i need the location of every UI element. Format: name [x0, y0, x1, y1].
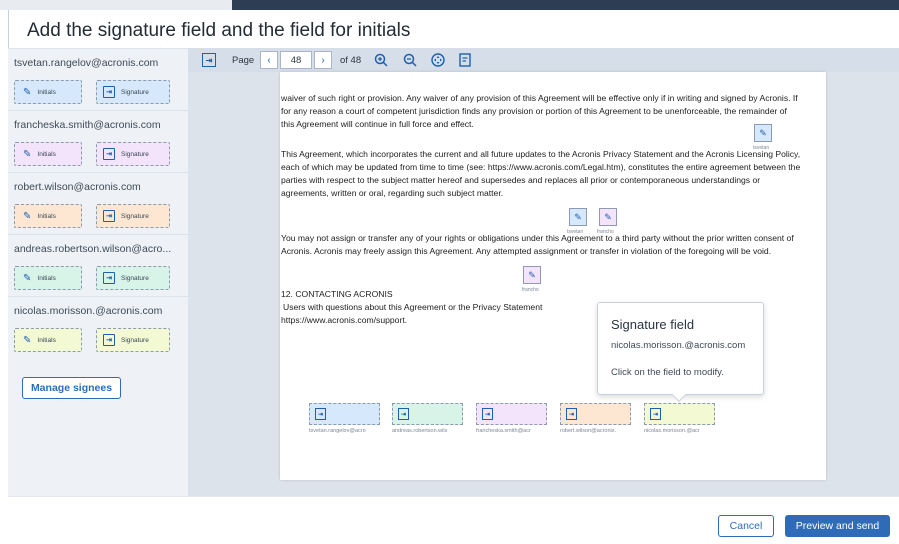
section-heading: 12. CONTACTING ACRONIS [281, 289, 393, 299]
signature-icon: ⇥ [103, 148, 115, 160]
signature-field-button[interactable]: ⇥ Signature [96, 80, 170, 104]
signature-label: Signature [121, 212, 149, 220]
move-icon[interactable] [431, 53, 445, 67]
signature-field-label: nicolas.morisson.@acr [644, 428, 700, 434]
initials-label: Initials [37, 150, 56, 158]
signature-field-label: francheska.smith@acr [476, 428, 531, 434]
cancel-button[interactable]: Cancel [718, 515, 774, 537]
signature-label: Signature [121, 274, 149, 282]
placed-field-label: tsvetan [753, 145, 770, 151]
paragraph-agreement: This Agreement, which incorporates the c… [281, 149, 801, 198]
paragraph-support-link: https://www.acronis.com/support. [281, 315, 408, 325]
signature-field-placed[interactable]: ⇥ [309, 403, 380, 425]
signee-email: robert.wilson@acronis.com [14, 181, 141, 193]
signature-field-placed[interactable]: ⇥ [392, 403, 463, 425]
signature-field-placed[interactable]: ⇥ [476, 403, 547, 425]
initials-field-button[interactable]: ✎ Initials [14, 204, 82, 228]
signature-label: Signature [121, 88, 149, 96]
signee-email: nicolas.morisson.@acronis.com [14, 305, 163, 317]
pencil-icon: ✎ [574, 211, 582, 222]
signature-icon: ⇥ [315, 408, 326, 420]
page-total: of 48 [340, 54, 362, 66]
placed-field-label: francho [522, 287, 539, 293]
signature-icon: ⇥ [398, 408, 409, 420]
dialog-title: Add the signature field and the field fo… [27, 20, 411, 41]
signature-field-label: tsvetan.rangelov@acro [309, 428, 366, 434]
placed-field-label: tsvetan [567, 229, 584, 235]
initials-label: Initials [37, 88, 56, 96]
placed-field-label: francho [597, 229, 614, 235]
initials-field-button[interactable]: ✎ Initials [14, 328, 82, 352]
viewer-toolbar: ⇥ Page ‹ 48 › of 48 [188, 48, 899, 72]
initials-label: Initials [37, 212, 56, 220]
tooltip-hint: Click on the field to modify. [611, 367, 724, 378]
signature-icon: ⇥ [650, 408, 661, 420]
signature-icon: ⇥ [103, 334, 115, 346]
signature-field-button[interactable]: ⇥ Signature [96, 266, 170, 290]
tooltip-email: nicolas.morisson.@acronis.com [611, 340, 746, 351]
pencil-icon: ✎ [23, 334, 32, 346]
signee-email: francheska.smith@acronis.com [14, 119, 161, 131]
paragraph-contact: Users with questions about this Agreemen… [283, 302, 543, 312]
signee-item: andreas.robertson.wilson@acro... ✎ Initia… [8, 235, 188, 297]
zoom-out-icon[interactable] [403, 53, 417, 67]
signee-item: francheska.smith@acronis.com ✎ Initials ⇥… [8, 111, 188, 173]
pencil-icon: ✎ [23, 210, 32, 222]
pencil-icon: ✎ [604, 211, 612, 222]
signee-email: andreas.robertson.wilson@acro... [14, 243, 172, 255]
pencil-icon: ✎ [528, 269, 536, 280]
signee-item: nicolas.morisson.@acronis.com ✎ Initials … [8, 297, 188, 359]
signature-field-button[interactable]: ⇥ Signature [96, 142, 170, 166]
placed-initials-field[interactable]: ✎ [569, 208, 587, 226]
placed-initials-field[interactable]: ✎ [599, 208, 617, 226]
pencil-icon: ✎ [23, 86, 32, 98]
signature-icon: ⇥ [482, 408, 493, 420]
signature-icon: ⇥ [566, 408, 577, 420]
manage-signees-button[interactable]: Manage signees [22, 377, 121, 399]
document-icon[interactable] [459, 53, 471, 67]
fit-width-icon[interactable]: ⇥ [202, 53, 216, 67]
placed-initials-field[interactable]: ✎ [754, 124, 772, 142]
initials-label: Initials [37, 274, 56, 282]
preview-and-send-button[interactable]: Preview and send [785, 515, 890, 537]
initials-field-button[interactable]: ✎ Initials [14, 142, 82, 166]
signature-field-label: andreas.robertson.wils [392, 428, 448, 434]
chevron-right-icon[interactable]: › [314, 51, 332, 69]
dialog-footer: Cancel Preview and send [8, 496, 899, 544]
signature-field-label: robert.wilson@acronis. [560, 428, 617, 434]
signature-icon: ⇥ [103, 210, 115, 222]
page-label: Page [232, 54, 255, 66]
signature-icon: ⇥ [103, 272, 115, 284]
signature-field-placed[interactable]: ⇥ [644, 403, 715, 425]
signee-item: tsvetan.rangelov@acronis.com ✎ Initials ⇥… [8, 49, 188, 111]
initials-field-button[interactable]: ✎ Initials [14, 80, 82, 104]
zoom-in-icon[interactable] [374, 53, 388, 67]
background-light-area [0, 0, 232, 10]
pencil-icon: ✎ [23, 148, 32, 160]
signees-sidebar: tsvetan.rangelov@acronis.com ✎ Initials ⇥… [8, 48, 188, 496]
placed-initials-field[interactable]: ✎ [523, 266, 541, 284]
signee-item: robert.wilson@acronis.com ✎ Initials ⇥ Sig… [8, 173, 188, 235]
initials-label: Initials [37, 336, 56, 344]
signature-field-button[interactable]: ⇥ Signature [96, 204, 170, 228]
signature-field-button[interactable]: ⇥ Signature [96, 328, 170, 352]
signee-email: tsvetan.rangelov@acronis.com [14, 57, 159, 69]
pencil-icon: ✎ [759, 127, 767, 138]
pencil-icon: ✎ [23, 272, 32, 284]
signature-label: Signature [121, 150, 149, 158]
page-number-input[interactable]: 48 [280, 51, 312, 69]
signature-field-placed[interactable]: ⇥ [560, 403, 631, 425]
signature-field-tooltip: Signature field nicolas.morisson.@acroni… [597, 302, 764, 403]
paragraph-assign: You may not assign or transfer any of yo… [281, 233, 794, 256]
tooltip-title: Signature field [611, 317, 695, 332]
signature-icon: ⇥ [103, 86, 115, 98]
initials-field-button[interactable]: ✎ Initials [14, 266, 82, 290]
chevron-left-icon[interactable]: ‹ [260, 51, 278, 69]
signature-label: Signature [121, 336, 149, 344]
background-top-strip [0, 0, 899, 10]
paragraph-waiver: waiver of such right or provision. Any w… [281, 93, 798, 129]
